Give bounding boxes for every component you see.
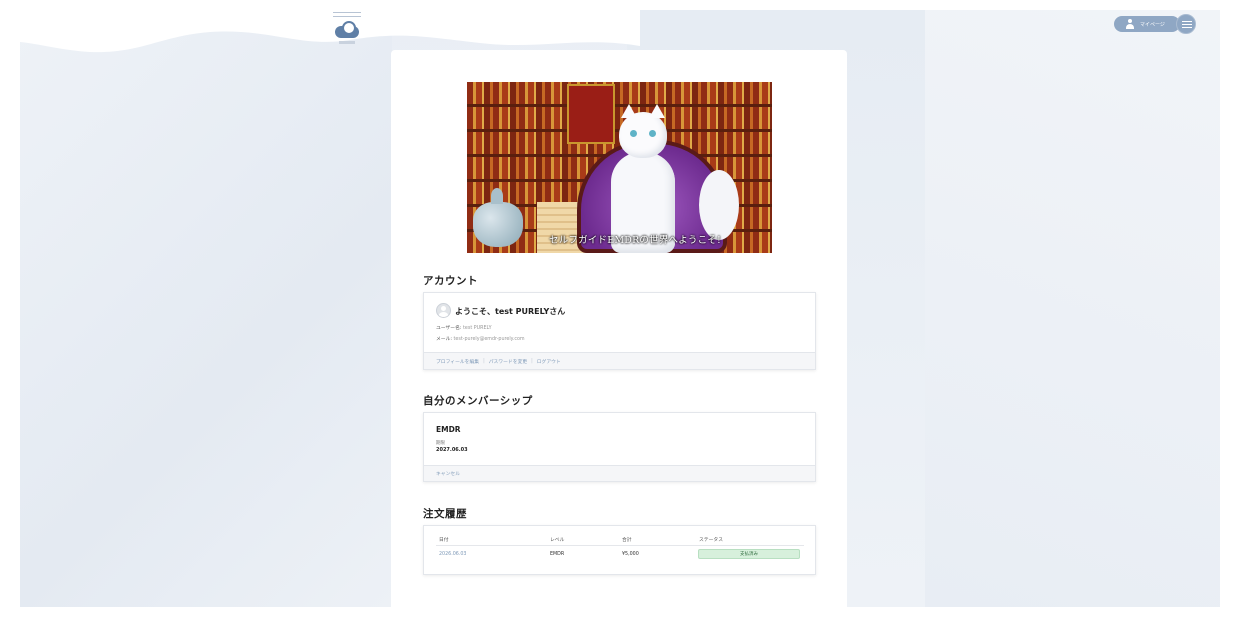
email-label: メール:: [436, 337, 453, 342]
cat-eye: [649, 130, 656, 137]
link-separator: |: [531, 358, 533, 364]
membership-panel: EMDR 期限 2027.06.03 キャンセル: [423, 412, 816, 482]
cat-head: [619, 104, 667, 158]
welcome-message: ようこそ、test PURELYさん: [455, 307, 566, 316]
column-header-total: 合計: [622, 538, 632, 543]
column-header-status: ステータス: [699, 538, 723, 543]
email-row: メール: test-purely@emdr-purely.com: [436, 335, 525, 342]
account-section-title: アカウント: [423, 275, 478, 287]
site-logo[interactable]: [333, 12, 361, 46]
teapot-illustration: [473, 188, 523, 247]
logo-text-line: [339, 41, 355, 44]
hero-banner-image: セルフガイドEMDRの世界へようこそ!: [467, 82, 772, 253]
hamburger-menu-button[interactable]: [1176, 14, 1196, 34]
orders-table: 日付 レベル 合計 ステータス 2026.06.03 EMDR ¥5,000 支…: [436, 532, 804, 563]
username-row: ユーザー名: test PURELY: [436, 324, 492, 331]
orders-section-title: 注文履歴: [423, 508, 467, 520]
link-separator: |: [483, 358, 485, 364]
edit-profile-link[interactable]: プロフィールを編集: [436, 358, 479, 365]
membership-name: EMDR: [436, 425, 461, 434]
background-texture: [20, 10, 392, 607]
logo-text-line: [333, 12, 361, 17]
hamburger-icon: [1182, 21, 1192, 22]
mypage-button[interactable]: マイページ: [1114, 16, 1180, 32]
red-book-illustration: [567, 84, 615, 144]
account-panel: ようこそ、test PURELYさん ユーザー名: test PURELY メー…: [423, 292, 816, 370]
membership-expiry-label: 期限: [436, 441, 445, 446]
username-value: test PURELY: [463, 326, 492, 331]
hero-caption: セルフガイドEMDRの世界へようこそ!: [549, 235, 722, 246]
avatar-icon: [436, 303, 451, 318]
table-row: 2026.06.03 EMDR ¥5,000 支払済み: [436, 546, 804, 563]
membership-section-title: 自分のメンバーシップ: [423, 395, 533, 407]
table-header-row: 日付 レベル 合計 ステータス: [436, 532, 804, 546]
membership-expiry-date: 2027.06.03: [436, 447, 468, 453]
cat-tail-illustration: [699, 170, 739, 240]
account-actions: プロフィールを編集 | パスワードを変更 | ログアウト: [424, 352, 815, 369]
column-header-date: 日付: [439, 538, 449, 543]
status-badge: 支払済み: [698, 549, 800, 559]
logo-icon: [335, 21, 359, 38]
column-header-level: レベル: [550, 538, 565, 543]
orders-panel: 日付 レベル 合計 ステータス 2026.06.03 EMDR ¥5,000 支…: [423, 525, 816, 575]
mypage-label: マイページ: [1140, 21, 1165, 28]
order-date-link[interactable]: 2026.06.03: [439, 552, 466, 557]
background-texture: [925, 10, 1220, 607]
order-level: EMDR: [550, 552, 565, 557]
cat-eye: [630, 130, 637, 137]
logout-link[interactable]: ログアウト: [537, 358, 561, 365]
order-total: ¥5,000: [622, 552, 639, 557]
change-password-link[interactable]: パスワードを変更: [489, 358, 527, 365]
email-value: test-purely@emdr-purely.com: [453, 337, 525, 342]
user-icon: [1126, 19, 1134, 29]
membership-actions: キャンセル: [424, 465, 815, 481]
cancel-membership-link[interactable]: キャンセル: [436, 470, 460, 477]
hamburger-icon: [1182, 24, 1192, 25]
username-label: ユーザー名:: [436, 326, 462, 331]
hamburger-icon: [1182, 27, 1192, 28]
